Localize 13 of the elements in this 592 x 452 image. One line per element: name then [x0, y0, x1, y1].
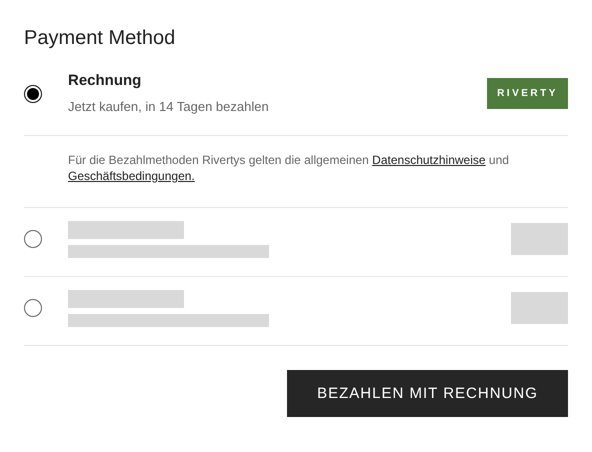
terms-link[interactable]: Geschäftsbedingungen. — [68, 169, 195, 183]
privacy-link[interactable]: Datenschutzhinweise — [372, 153, 486, 167]
method-description: Jetzt kaufen, in 14 Tagen bezahlen — [68, 99, 270, 115]
pay-button[interactable]: BEZAHLEN MIT RECHNUNG — [287, 370, 568, 417]
placeholder-logo — [511, 292, 568, 324]
radio-button[interactable] — [24, 84, 42, 102]
method-label: Rechnung — [68, 72, 142, 90]
section-title: Payment Method — [24, 26, 176, 46]
logo: RIVERTY — [487, 78, 568, 109]
placeholder-logo — [511, 223, 568, 255]
legal-notice: Für die Bezahlmethoden Rivertys gelten die allgemeinen Datenschutzhinweise und Geschäftsbedingungen. — [67, 152, 510, 185]
radio-button[interactable] — [24, 230, 42, 248]
radio-button[interactable] — [24, 299, 42, 317]
